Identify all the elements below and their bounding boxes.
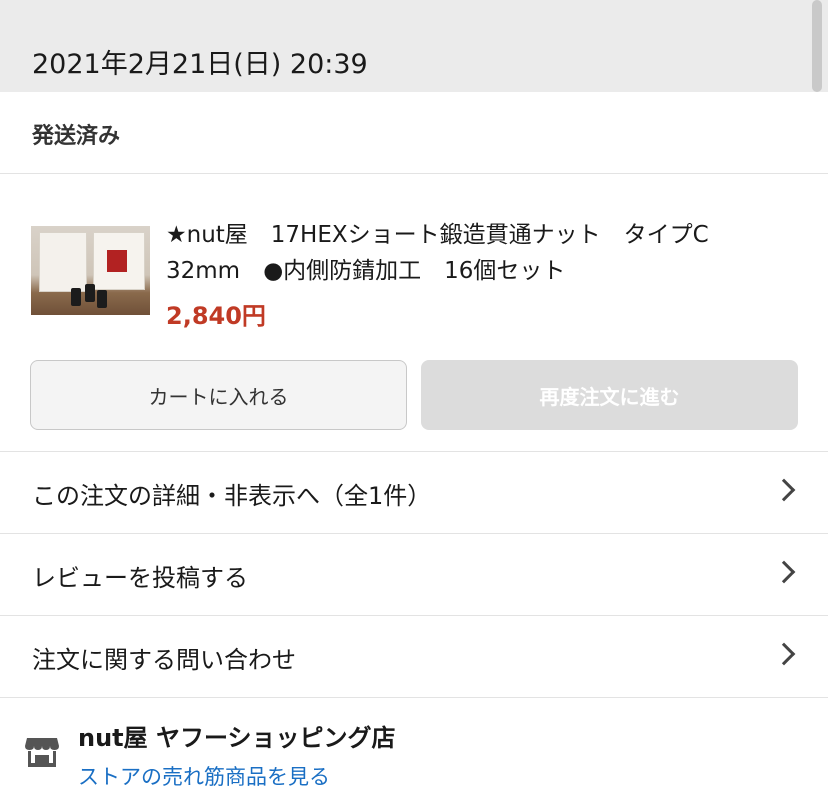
order-inquiry-link-label: 注文に関する問い合わせ — [32, 646, 296, 674]
store-name[interactable]: nut屋 ヤフーショッピング店 — [78, 718, 396, 753]
chevron-right-icon — [772, 642, 796, 666]
thumbnail-nut — [71, 288, 81, 306]
reorder-button[interactable]: 再度注文に進む — [421, 360, 798, 430]
thumbnail-red-label — [107, 250, 127, 272]
scrollbar[interactable] — [812, 0, 822, 92]
order-detail-link-row[interactable]: この注文の詳細・非表示へ（全1件） — [0, 451, 828, 533]
thumbnail-nut — [97, 290, 107, 308]
order-date-header: 2021年2月21日(日) 20:39 — [0, 0, 828, 92]
add-to-cart-button[interactable]: カートに入れる — [30, 360, 407, 430]
write-review-link-row[interactable]: レビューを投稿する — [0, 533, 828, 615]
order-inquiry-link-row[interactable]: 注文に関する問い合わせ — [0, 615, 828, 697]
shipping-status: 発送済み — [32, 124, 121, 149]
order-detail-link-label: この注文の詳細・非表示へ（全1件） — [32, 482, 432, 510]
store-best-sellers-link[interactable]: ストアの売れ筋商品を見る — [78, 761, 330, 791]
store-icon — [25, 738, 59, 767]
write-review-link-label: レビューを投稿する — [32, 564, 248, 592]
chevron-right-icon — [772, 478, 796, 502]
thumbnail-nut — [85, 284, 95, 302]
chevron-right-icon — [772, 560, 796, 584]
product-title[interactable]: ★nut屋 17HEXショート鍛造貫通ナット タイプC 32mm ●内側防錆加工… — [166, 217, 786, 289]
order-date: 2021年2月21日(日) 20:39 — [32, 49, 368, 80]
product-thumbnail[interactable] — [31, 226, 150, 315]
shipping-status-row: 発送済み — [0, 92, 828, 174]
thumbnail-box-left — [39, 232, 87, 292]
product-price: 2,840円 — [166, 302, 266, 330]
store-section: nut屋 ヤフーショッピング店 ストアの売れ筋商品を見る — [0, 697, 828, 800]
